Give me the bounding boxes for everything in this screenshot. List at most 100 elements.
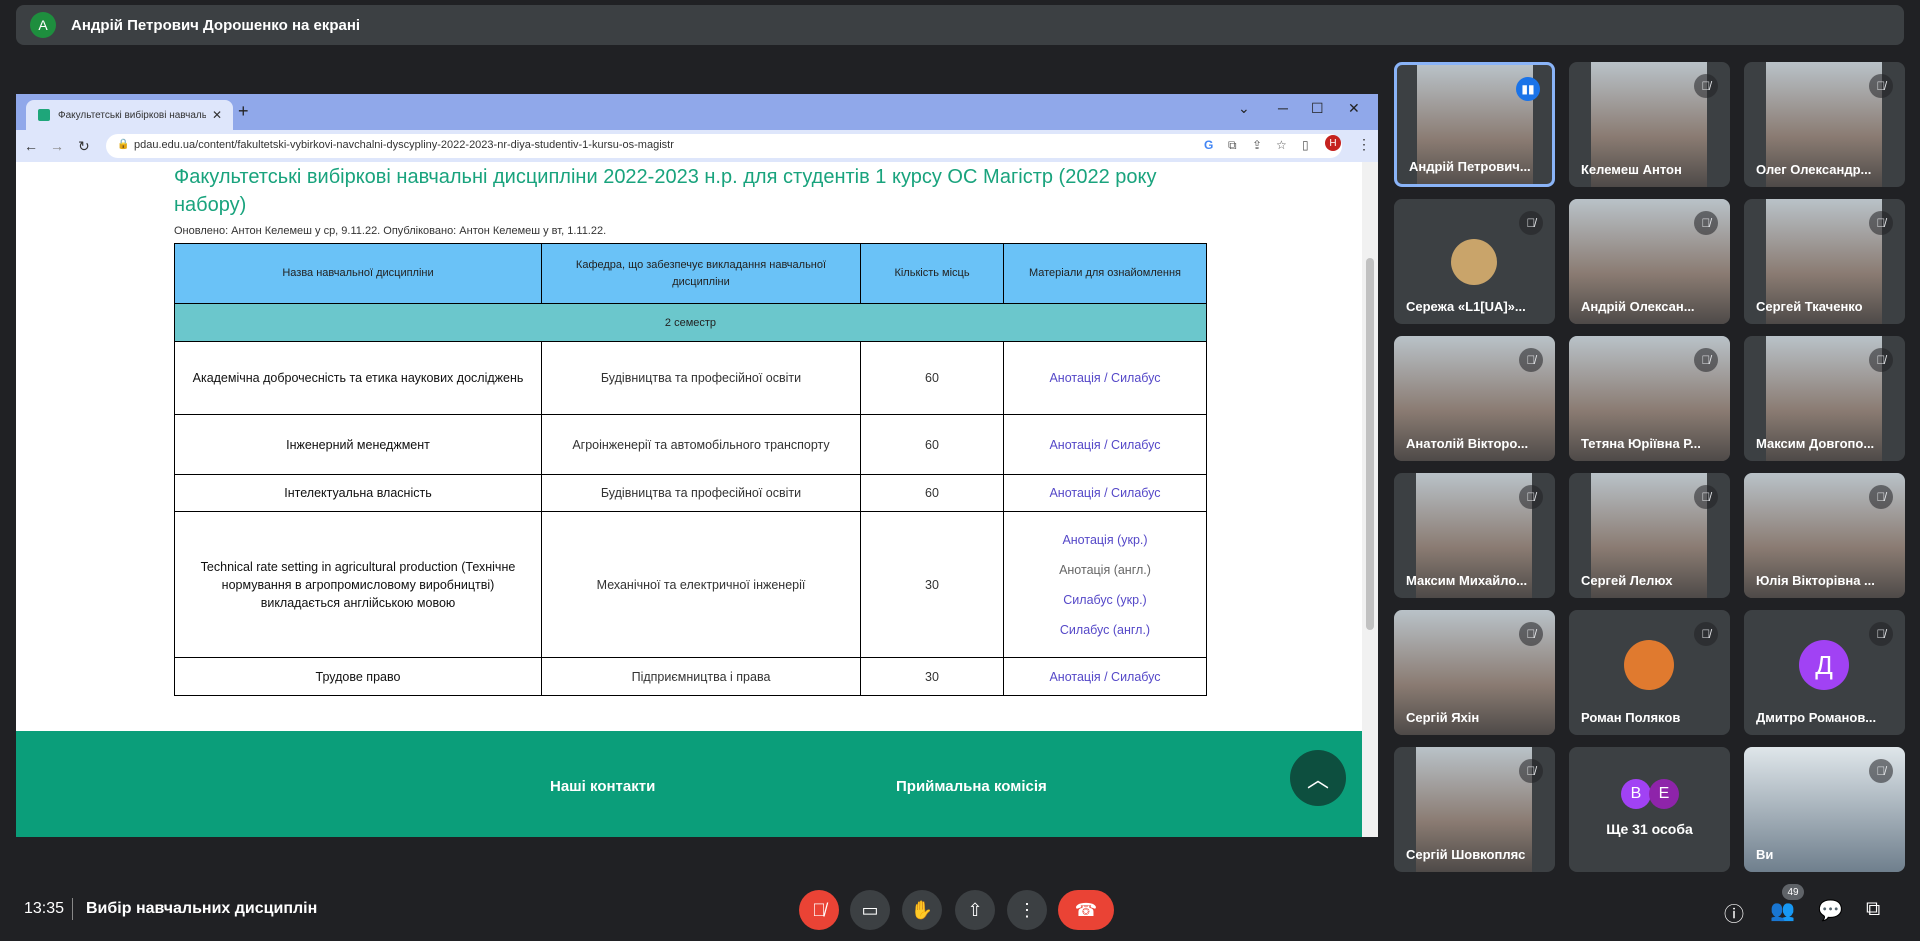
syllabus-link[interactable]: Силабус: [1111, 670, 1161, 684]
url-text[interactable]: pdau.edu.ua/content/fakultetski-vybirkov…: [134, 139, 674, 151]
camera-toggle-button[interactable]: ▭: [850, 890, 890, 930]
participant-name: Тетяна Юріївна Р...: [1581, 436, 1701, 451]
presenting-banner: А Андрій Петрович Дорошенко на екрані: [16, 5, 1904, 45]
course-materials: Анотація / Силабус: [1003, 414, 1207, 475]
participant-tile[interactable]: 🎙̸ Юлія Вікторівна ...: [1744, 473, 1905, 598]
reload-icon[interactable]: ↻: [78, 138, 90, 155]
annotation-link[interactable]: Анотація: [1049, 670, 1100, 684]
participant-tile[interactable]: 🎙̸ Максим Михайло...: [1394, 473, 1555, 598]
scroll-to-top-button[interactable]: ︿: [1290, 750, 1346, 806]
course-name: Інженерний менеджмент: [174, 414, 542, 475]
present-screen-icon: ⇧: [967, 899, 983, 920]
participant-tile[interactable]: 🎙̸ Сергей Лелюх: [1569, 473, 1730, 598]
people-icon[interactable]: 👥: [1770, 898, 1795, 923]
table-header-row: Назва навчальної дисципліни Кафедра, що …: [174, 243, 1207, 304]
participant-tile[interactable]: 🎙̸ Сергій Шовкопляс: [1394, 747, 1555, 872]
course-dept: Механічної та електричної інженерії: [541, 511, 861, 658]
presenting-title: Андрій Петрович Дорошенко на екрані: [71, 16, 361, 34]
syllabus-ukr-link[interactable]: Силабус (укр.): [1012, 585, 1198, 615]
participant-tile[interactable]: 🎙̸ Келемеш Антон: [1569, 62, 1730, 187]
translate-icon[interactable]: ⧉: [1228, 138, 1237, 153]
forward-icon[interactable]: →: [50, 138, 64, 154]
participant-tile[interactable]: Д 🎙̸ Дмитро Романов...: [1744, 610, 1905, 735]
participant-tile[interactable]: 🎙̸ Сережа «L1[UA]»...: [1394, 199, 1555, 324]
more-participants-tile[interactable]: В Е Ще 31 особа: [1569, 747, 1730, 872]
browser-menu-icon[interactable]: ⋮: [1357, 136, 1371, 153]
present-button[interactable]: ⇧: [955, 890, 995, 930]
syllabus-link[interactable]: Силабус: [1111, 486, 1161, 500]
google-icon[interactable]: G: [1204, 138, 1213, 152]
profile-avatar[interactable]: Н: [1325, 135, 1341, 151]
table-row: Technical rate setting in agricultural p…: [174, 511, 1207, 658]
presenter-avatar: А: [30, 12, 56, 38]
participant-tile[interactable]: ▮▮ Андрій Петрович...: [1394, 62, 1555, 187]
page-scrollbar[interactable]: [1362, 162, 1378, 837]
new-tab-button[interactable]: +: [238, 101, 249, 122]
mic-toggle-button[interactable]: 🎙̸: [799, 890, 839, 930]
browser-tab-bar: Факультетські вибіркові навчаль ✕ + ⌄ ─ …: [16, 94, 1378, 130]
annotation-link[interactable]: Анотація: [1049, 371, 1100, 385]
bookmark-star-icon[interactable]: ☆: [1276, 138, 1287, 152]
course-name: Трудове право: [174, 657, 542, 696]
leave-call-button[interactable]: ☎: [1058, 890, 1114, 930]
activities-icon[interactable]: ⧉: [1866, 898, 1880, 921]
mic-off-icon: 🎙̸: [1694, 348, 1718, 372]
tab-search-icon[interactable]: ⌄: [1238, 100, 1250, 117]
mic-off-icon: 🎙̸: [1694, 622, 1718, 646]
more-options-button[interactable]: ⋮: [1007, 890, 1047, 930]
semester-row: 2 семестр: [174, 303, 1207, 342]
divider: [72, 898, 73, 920]
participant-name: Андрій Олексан...: [1581, 299, 1695, 314]
back-icon[interactable]: ←: [24, 138, 38, 154]
course-seats: 60: [860, 341, 1004, 415]
browser-tab[interactable]: Факультетські вибіркові навчаль ✕: [26, 100, 233, 130]
meeting-title: Вибір навчальних дисциплін: [86, 900, 318, 917]
minimize-icon[interactable]: ─: [1278, 100, 1288, 116]
annotation-ukr-link[interactable]: Анотація (укр.): [1012, 525, 1198, 555]
participant-tile[interactable]: 🎙̸ Тетяна Юріївна Р...: [1569, 336, 1730, 461]
raise-hand-button[interactable]: ✋: [902, 890, 942, 930]
participant-name: Сергій Яхін: [1406, 710, 1480, 725]
participant-avatar: В: [1621, 779, 1651, 809]
scrollbar-thumb[interactable]: [1366, 258, 1374, 630]
share-icon[interactable]: ⇪: [1252, 138, 1262, 152]
syllabus-link[interactable]: Силабус: [1111, 371, 1161, 385]
course-dept: Будівництва та професійної освіти: [541, 474, 861, 512]
close-window-icon[interactable]: ✕: [1348, 100, 1360, 117]
participant-tile[interactable]: 🎙̸ Роман Поляков: [1569, 610, 1730, 735]
participant-tile[interactable]: 🎙̸ Сергій Яхін: [1394, 610, 1555, 735]
people-count-badge: 49: [1782, 884, 1804, 900]
annotation-link[interactable]: Анотація: [1049, 438, 1100, 452]
participant-tile[interactable]: 🎙̸ Олег Олександр...: [1744, 62, 1905, 187]
info-icon[interactable]: ⓘ: [1724, 898, 1744, 927]
self-tile[interactable]: 🎙̸ Ви: [1744, 747, 1905, 872]
annotation-link[interactable]: Анотація: [1049, 486, 1100, 500]
participant-tile[interactable]: 🎙̸ Максим Довгопо...: [1744, 336, 1905, 461]
address-bar[interactable]: 🔒 pdau.edu.ua/content/fakultetski-vybirk…: [106, 134, 1342, 158]
favicon-icon: [38, 109, 50, 121]
course-seats: 30: [860, 511, 1004, 658]
participant-name: Роман Поляков: [1581, 710, 1681, 725]
close-tab-icon[interactable]: ✕: [212, 108, 222, 122]
participant-tile[interactable]: 🎙̸ Сергей Ткаченко: [1744, 199, 1905, 324]
footer-contacts: Наші контакти: [550, 778, 656, 795]
tab-title: Факультетські вибіркові навчаль: [58, 109, 206, 121]
participant-avatar: [1451, 239, 1497, 285]
mic-off-icon: 🎙̸: [1519, 485, 1543, 509]
syllabus-eng-link[interactable]: Силабус (англ.): [1012, 615, 1198, 645]
courses-table: Назва навчальної дисципліни Кафедра, що …: [174, 243, 1207, 696]
course-materials: Анотація (укр.) Анотація (англ.) Силабус…: [1003, 511, 1207, 658]
side-panel-icon[interactable]: ▯: [1302, 138, 1309, 152]
participant-name: Максим Довгопо...: [1756, 436, 1875, 451]
mic-off-icon: 🎙̸: [1694, 211, 1718, 235]
participant-name: Келемеш Антон: [1581, 162, 1682, 177]
mic-off-icon: 🎙̸: [1519, 348, 1543, 372]
syllabus-link[interactable]: Силабус: [1111, 438, 1161, 452]
participant-tile[interactable]: 🎙̸ Андрій Олексан...: [1569, 199, 1730, 324]
annotation-eng-link[interactable]: Анотація (англ.): [1012, 555, 1198, 585]
lock-icon: 🔒: [117, 139, 130, 150]
maximize-icon[interactable]: ☐: [1311, 100, 1324, 117]
chat-icon[interactable]: 💬: [1818, 898, 1843, 923]
participant-tile[interactable]: 🎙̸ Анатолій Вікторо...: [1394, 336, 1555, 461]
mic-off-icon: 🎙̸: [1694, 74, 1718, 98]
